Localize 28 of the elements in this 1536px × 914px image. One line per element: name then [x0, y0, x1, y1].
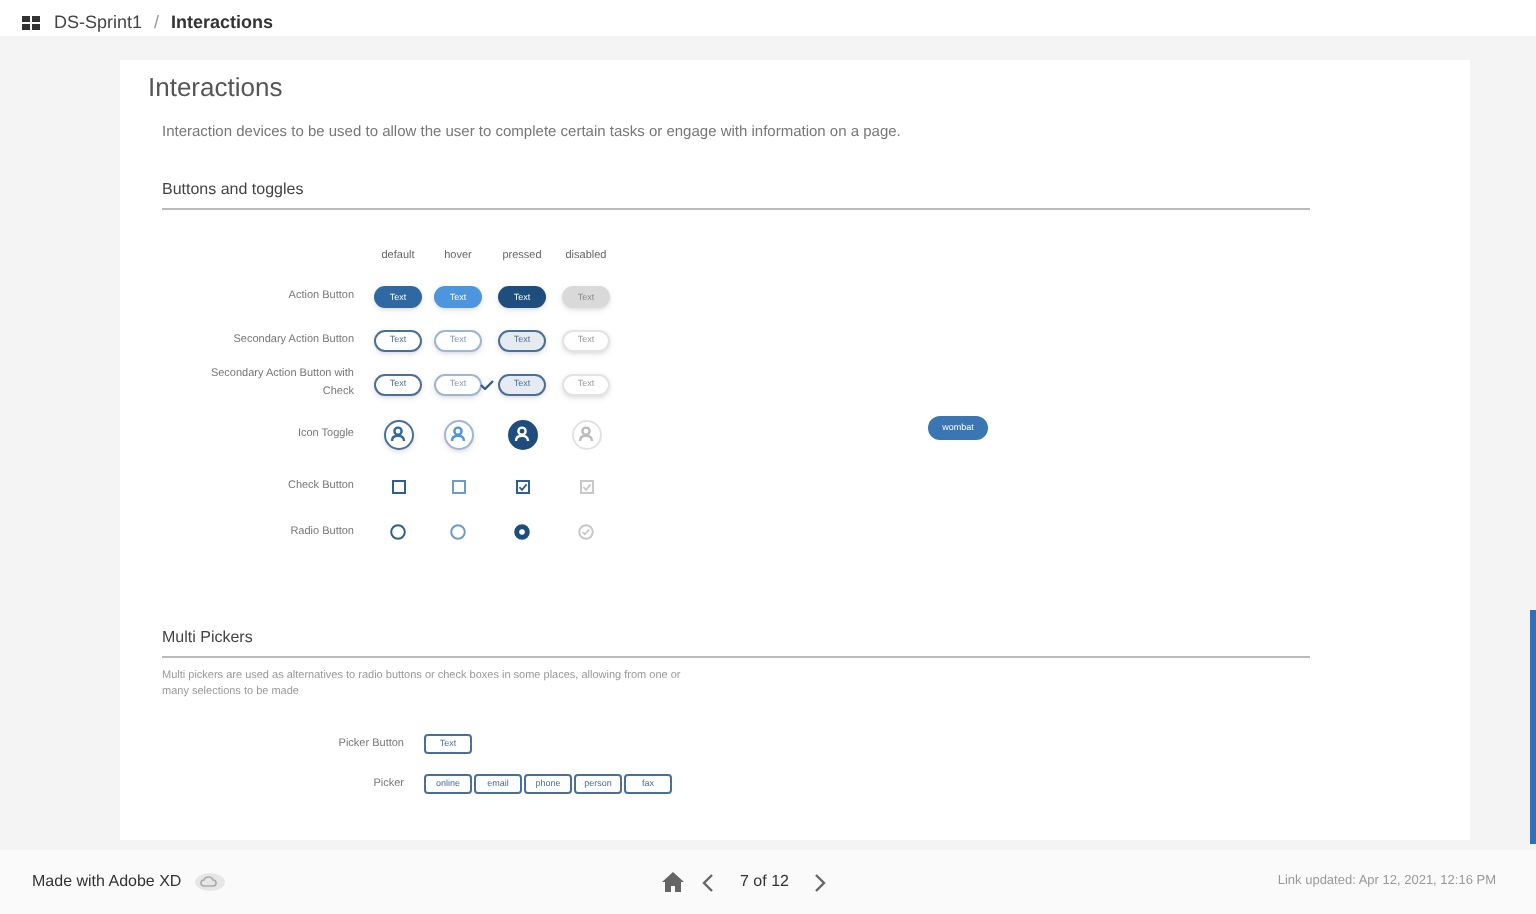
radio-button[interactable]	[514, 524, 530, 541]
person-icon	[514, 426, 530, 443]
person-icon	[578, 426, 594, 443]
icon-toggle[interactable]	[443, 419, 473, 450]
project-name[interactable]: DS-Sprint1	[54, 14, 143, 32]
page-indicator: 7 of 12	[738, 870, 791, 894]
scrollbar[interactable]	[1530, 610, 1536, 844]
home-icon[interactable]	[662, 872, 684, 892]
page-name: Interactions	[171, 14, 274, 32]
previous-icon[interactable]	[702, 873, 714, 891]
section-heading: Multi Pickers	[162, 626, 1310, 659]
made-with-text: Made with Adobe XD	[32, 870, 182, 894]
next-icon[interactable]	[814, 873, 827, 891]
grid-icon[interactable]	[22, 16, 42, 32]
radio-button[interactable]	[450, 524, 466, 541]
radio-button[interactable]	[390, 524, 406, 541]
checkbox[interactable]	[515, 479, 529, 494]
icon-toggle[interactable]	[383, 419, 413, 450]
icon-toggle[interactable]	[507, 419, 537, 450]
person-icon	[450, 426, 466, 443]
section-heading: Buttons and toggles	[162, 178, 1310, 211]
breadcrumb-separator: /	[154, 14, 160, 32]
checkbox[interactable]	[451, 479, 465, 494]
cloud-logo-icon	[193, 872, 226, 892]
checkbox[interactable]	[391, 479, 405, 494]
check-icon	[480, 379, 494, 390]
page-title: Interactions	[148, 72, 285, 104]
person-icon	[390, 426, 406, 443]
